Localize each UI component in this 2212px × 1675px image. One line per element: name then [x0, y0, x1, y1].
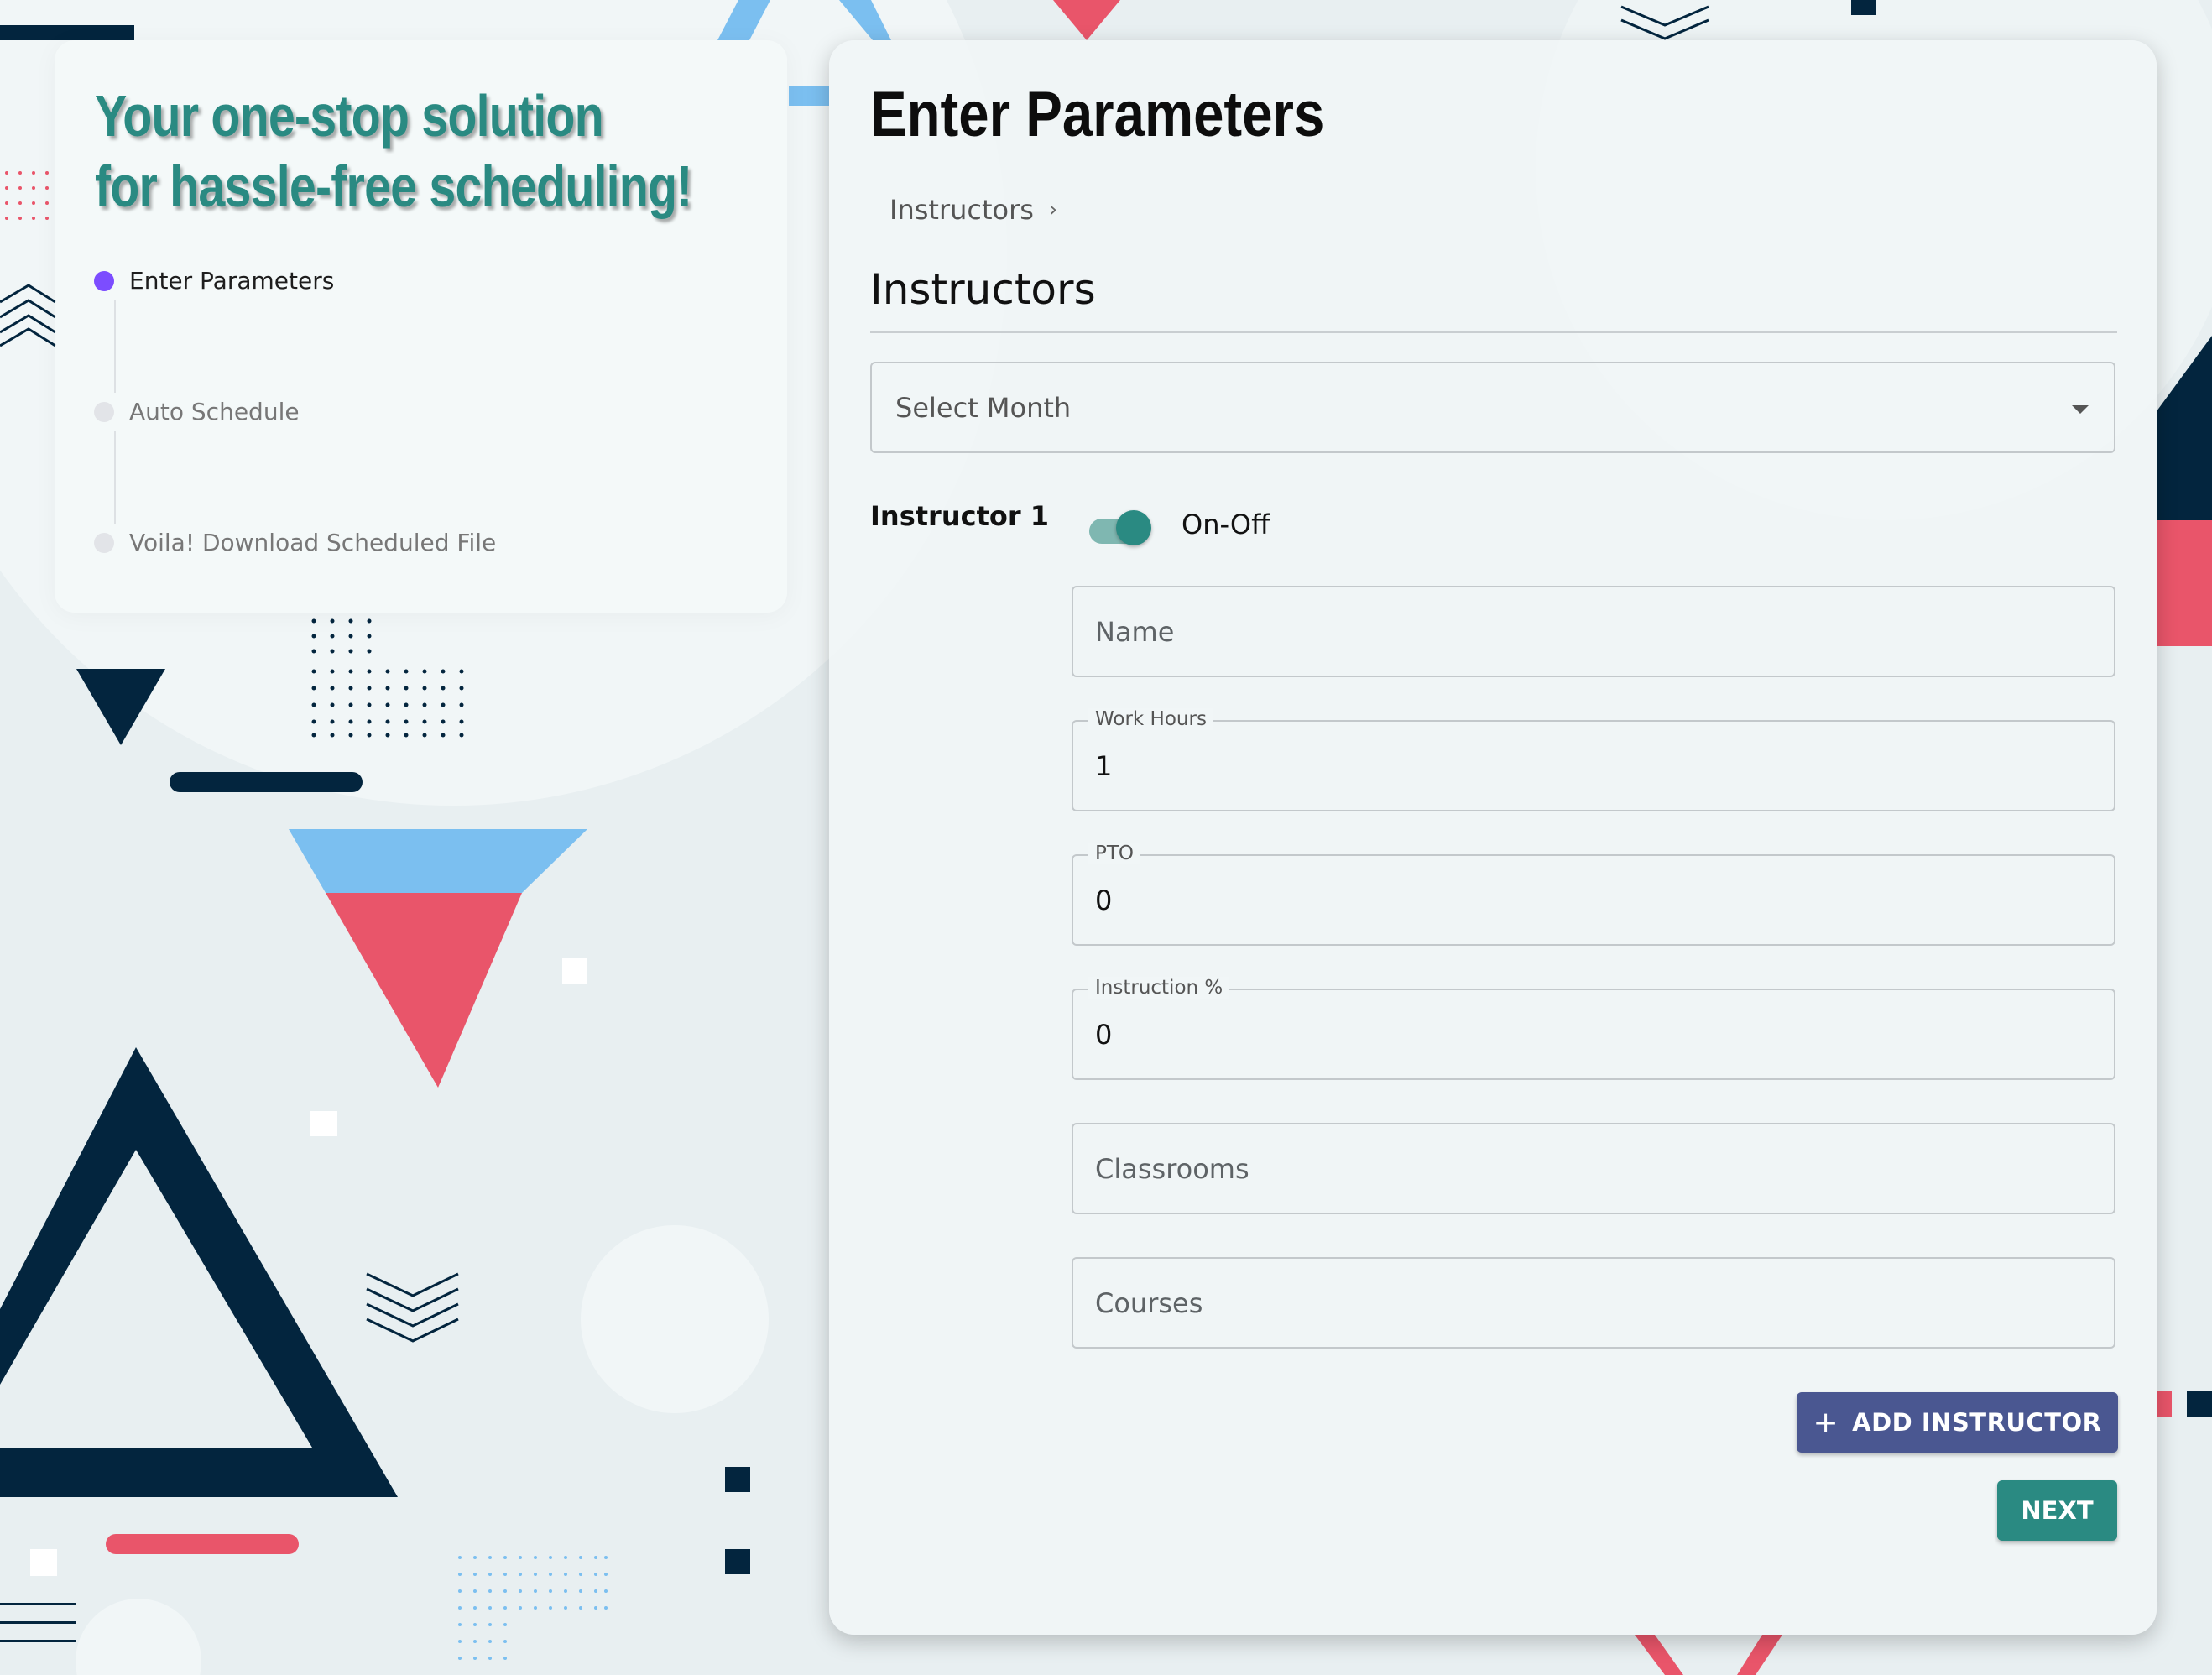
pto-label: PTO [1088, 843, 1141, 864]
step-enter-parameters: Enter Parameters [94, 267, 334, 295]
chevron-right-icon: › [1048, 197, 1058, 222]
step-label: Auto Schedule [129, 398, 300, 425]
parameters-panel: Enter Parameters Instructors › Instructo… [829, 40, 2157, 1635]
page-title: Enter Parameters [870, 79, 1325, 150]
add-instructor-label: ADD INSTRUCTOR [1852, 1408, 2102, 1437]
tagline-line-2: for hassle-free scheduling! [95, 154, 692, 219]
work-hours-label: Work Hours [1088, 708, 1213, 730]
instruction-percent-value[interactable]: 0 [1095, 1019, 1112, 1051]
instruction-percent-label: Instruction % [1088, 977, 1230, 999]
classrooms-placeholder: Classrooms [1095, 1153, 1249, 1185]
classrooms-field[interactable]: Classrooms [1072, 1123, 2115, 1214]
divider [870, 331, 2117, 333]
step-download-file: Voila! Download Scheduled File [94, 529, 496, 556]
instruction-percent-field[interactable]: Instruction % 0 [1072, 977, 2115, 1080]
name-field[interactable]: Name [1072, 586, 2115, 677]
instructor-label: Instructor 1 [870, 500, 1050, 532]
pto-field[interactable]: PTO 0 [1072, 843, 2115, 946]
step-connector [114, 300, 116, 393]
courses-placeholder: Courses [1095, 1287, 1203, 1319]
add-instructor-button[interactable]: + ADD INSTRUCTOR [1797, 1392, 2118, 1453]
step-inactive-dot-icon [94, 401, 114, 422]
step-auto-schedule: Auto Schedule [94, 398, 300, 425]
work-hours-value[interactable]: 1 [1095, 750, 1112, 782]
section-title: Instructors [870, 265, 1096, 314]
step-label: Enter Parameters [129, 267, 335, 295]
work-hours-field[interactable]: Work Hours 1 [1072, 708, 2115, 811]
tagline-line-1: Your one-stop solution [95, 83, 604, 149]
plus-icon: + [1813, 1405, 1839, 1440]
month-select-placeholder: Select Month [895, 392, 1072, 424]
next-button[interactable]: NEXT [1997, 1480, 2117, 1541]
courses-field[interactable]: Courses [1072, 1257, 2115, 1349]
step-connector [114, 431, 116, 524]
breadcrumb: Instructors › [889, 194, 1057, 226]
hero-card: Your one-stop solution for hassle-free s… [55, 40, 787, 613]
name-placeholder: Name [1095, 616, 1175, 648]
arrow-drop-down-icon [2072, 405, 2089, 414]
step-active-dot-icon [94, 270, 114, 291]
step-label: Voila! Download Scheduled File [129, 529, 497, 556]
step-inactive-dot-icon [94, 532, 114, 553]
month-select[interactable]: Select Month [870, 362, 2115, 453]
breadcrumb-item-instructors[interactable]: Instructors [889, 194, 1034, 226]
pto-value[interactable]: 0 [1095, 884, 1112, 916]
tagline: Your one-stop solution for hassle-free s… [95, 81, 692, 222]
toggle-label: On-Off [1182, 509, 1270, 540]
toggle-thumb[interactable] [1116, 510, 1151, 545]
next-label: NEXT [2021, 1496, 2094, 1525]
